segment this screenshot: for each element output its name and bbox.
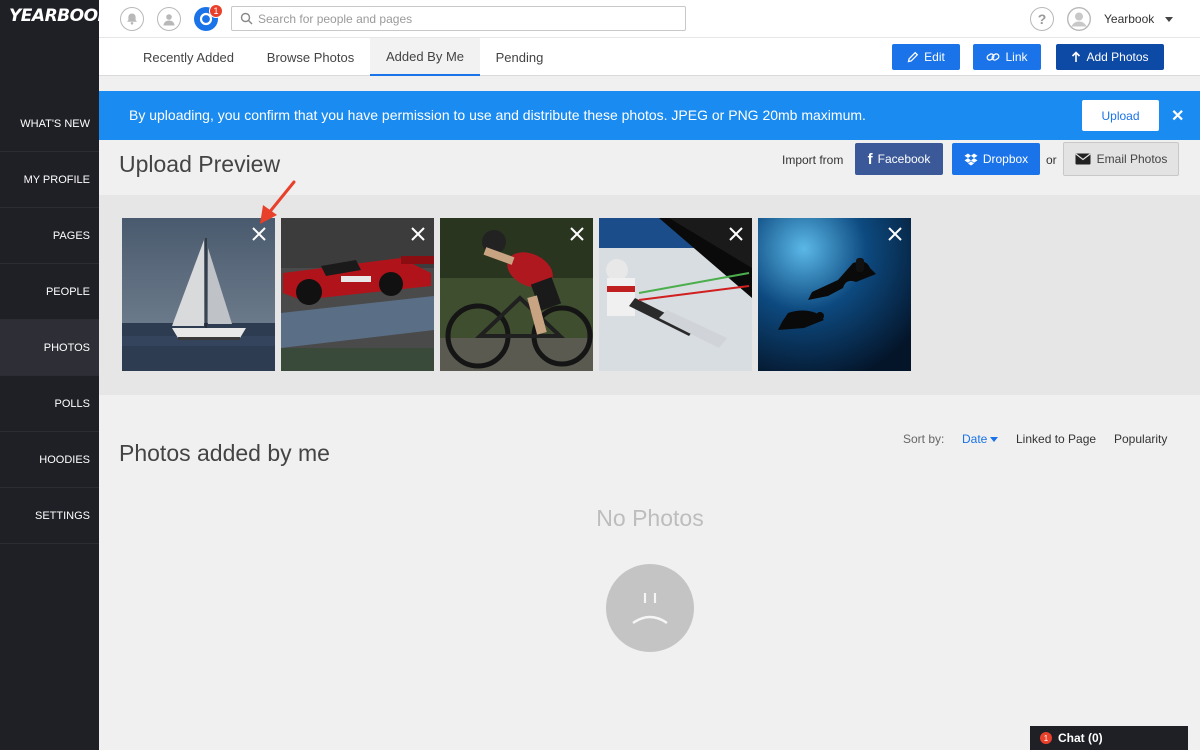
or-label: or bbox=[1046, 153, 1057, 167]
top-bar: 1 ? Yearbook bbox=[99, 0, 1200, 38]
notifications-icon[interactable]: 1 bbox=[194, 4, 223, 31]
edit-label: Edit bbox=[924, 50, 945, 64]
sort-option-popularity[interactable]: Popularity bbox=[1114, 432, 1167, 446]
photo-thumbnail-cyclist[interactable] bbox=[440, 218, 593, 371]
chat-button[interactable]: 1 Chat (0) bbox=[1030, 726, 1188, 750]
add-photos-label: Add Photos bbox=[1086, 50, 1149, 64]
photos-added-title: Photos added by me bbox=[119, 440, 330, 466]
remove-photo-close-icon[interactable] bbox=[411, 227, 425, 241]
link-icon bbox=[987, 53, 1000, 61]
annotation-arrow-icon bbox=[260, 180, 296, 224]
tab-pending[interactable]: Pending bbox=[481, 38, 558, 76]
link-label: Link bbox=[1005, 50, 1028, 64]
sidebar-item-settings[interactable]: SETTINGS bbox=[0, 488, 99, 544]
facebook-button[interactable]: f Facebook bbox=[855, 143, 943, 175]
avatar[interactable] bbox=[1066, 6, 1092, 36]
sidebar-nav: WHAT'S NEW MY PROFILE PAGES PEOPLE PHOTO… bbox=[0, 96, 99, 544]
sidebar-item-label: POLLS bbox=[54, 397, 90, 410]
tab-added-by-me[interactable]: Added By Me bbox=[370, 38, 480, 76]
search-input[interactable] bbox=[258, 10, 678, 27]
remove-photo-close-icon[interactable] bbox=[729, 227, 743, 241]
sad-face-icon bbox=[606, 564, 694, 652]
dropbox-label: Dropbox bbox=[982, 152, 1029, 166]
sidebar-item-label: PHOTOS bbox=[43, 341, 90, 354]
facebook-icon: f bbox=[867, 150, 873, 168]
email-photos-button[interactable]: Email Photos bbox=[1063, 142, 1179, 176]
close-icon[interactable]: ✕ bbox=[1171, 106, 1184, 126]
profile-icon[interactable] bbox=[157, 7, 181, 31]
envelope-icon bbox=[1075, 153, 1091, 165]
sort-option-linked-to-page[interactable]: Linked to Page bbox=[1016, 432, 1096, 446]
user-name[interactable]: Yearbook bbox=[1104, 12, 1154, 26]
sidebar-item-photos[interactable]: PHOTOS bbox=[0, 320, 99, 376]
sidebar-item-label: HOODIES bbox=[39, 453, 90, 466]
chevron-down-icon bbox=[990, 437, 999, 443]
bell-icon[interactable] bbox=[120, 7, 144, 31]
logo[interactable]: YEARBOOK bbox=[9, 6, 111, 26]
sidebar-item-people[interactable]: PEOPLE bbox=[0, 264, 99, 320]
upload-permission-banner: By uploading, you confirm that you have … bbox=[99, 91, 1200, 140]
sort-option-label: Date bbox=[962, 432, 988, 446]
sidebar-item-label: SETTINGS bbox=[34, 509, 90, 522]
sort-by-label: Sort by: bbox=[903, 432, 945, 446]
upload-preview-title: Upload Preview bbox=[119, 151, 281, 177]
remove-photo-close-icon[interactable] bbox=[888, 227, 902, 241]
sidebar-item-whats-new[interactable]: WHAT'S NEW bbox=[0, 96, 99, 152]
import-from-label: Import from bbox=[782, 153, 844, 167]
sort-option-date[interactable]: Date bbox=[962, 432, 999, 446]
add-photos-button[interactable]: Add Photos bbox=[1056, 44, 1164, 70]
tabs-bar: Recently Added Browse Photos Added By Me… bbox=[99, 38, 1200, 76]
sidebar-item-label: PEOPLE bbox=[45, 285, 90, 298]
upload-button[interactable]: Upload bbox=[1082, 100, 1159, 131]
remove-photo-close-icon[interactable] bbox=[252, 227, 266, 241]
tab-browse-photos[interactable]: Browse Photos bbox=[252, 38, 369, 76]
sidebar-item-pages[interactable]: PAGES bbox=[0, 208, 99, 264]
search-box bbox=[231, 6, 686, 31]
chat-badge: 1 bbox=[1040, 732, 1052, 744]
link-button[interactable]: Link bbox=[973, 44, 1041, 70]
dropbox-icon bbox=[964, 153, 978, 165]
dropbox-button[interactable]: Dropbox bbox=[952, 143, 1040, 175]
photo-thumbnail-scuba-divers[interactable] bbox=[758, 218, 911, 371]
tab-recently-added[interactable]: Recently Added bbox=[128, 38, 249, 76]
sidebar-item-hoodies[interactable]: HOODIES bbox=[0, 432, 99, 488]
sidebar-item-my-profile[interactable]: MY PROFILE bbox=[0, 152, 99, 208]
arrow-up-icon bbox=[1072, 51, 1081, 62]
pencil-icon bbox=[907, 51, 919, 63]
sidebar-item-polls[interactable]: POLLS bbox=[0, 376, 99, 432]
sidebar-item-label: MY PROFILE bbox=[23, 173, 90, 186]
search-icon bbox=[240, 12, 253, 30]
facebook-label: Facebook bbox=[877, 152, 931, 166]
banner-text: By uploading, you confirm that you have … bbox=[129, 107, 866, 123]
photo-thumbnail-race-car[interactable] bbox=[281, 218, 434, 371]
chat-label: Chat (0) bbox=[1058, 731, 1103, 745]
remove-photo-close-icon[interactable] bbox=[570, 227, 584, 241]
sidebar-item-label: PAGES bbox=[52, 229, 90, 242]
help-icon[interactable]: ? bbox=[1030, 7, 1054, 31]
sidebar: YEARBOOK WHAT'S NEW MY PROFILE PAGES PEO… bbox=[0, 0, 111, 750]
notification-badge: 1 bbox=[209, 4, 223, 18]
empty-state-text: No Photos bbox=[596, 505, 704, 531]
chevron-down-icon[interactable] bbox=[1165, 17, 1173, 22]
photo-thumbnail-sailboat[interactable] bbox=[122, 218, 275, 371]
email-photos-label: Email Photos bbox=[1096, 152, 1168, 166]
sidebar-item-label: WHAT'S NEW bbox=[20, 117, 90, 130]
photo-thumbnail-skier[interactable] bbox=[599, 218, 752, 371]
edit-button[interactable]: Edit bbox=[892, 44, 960, 70]
